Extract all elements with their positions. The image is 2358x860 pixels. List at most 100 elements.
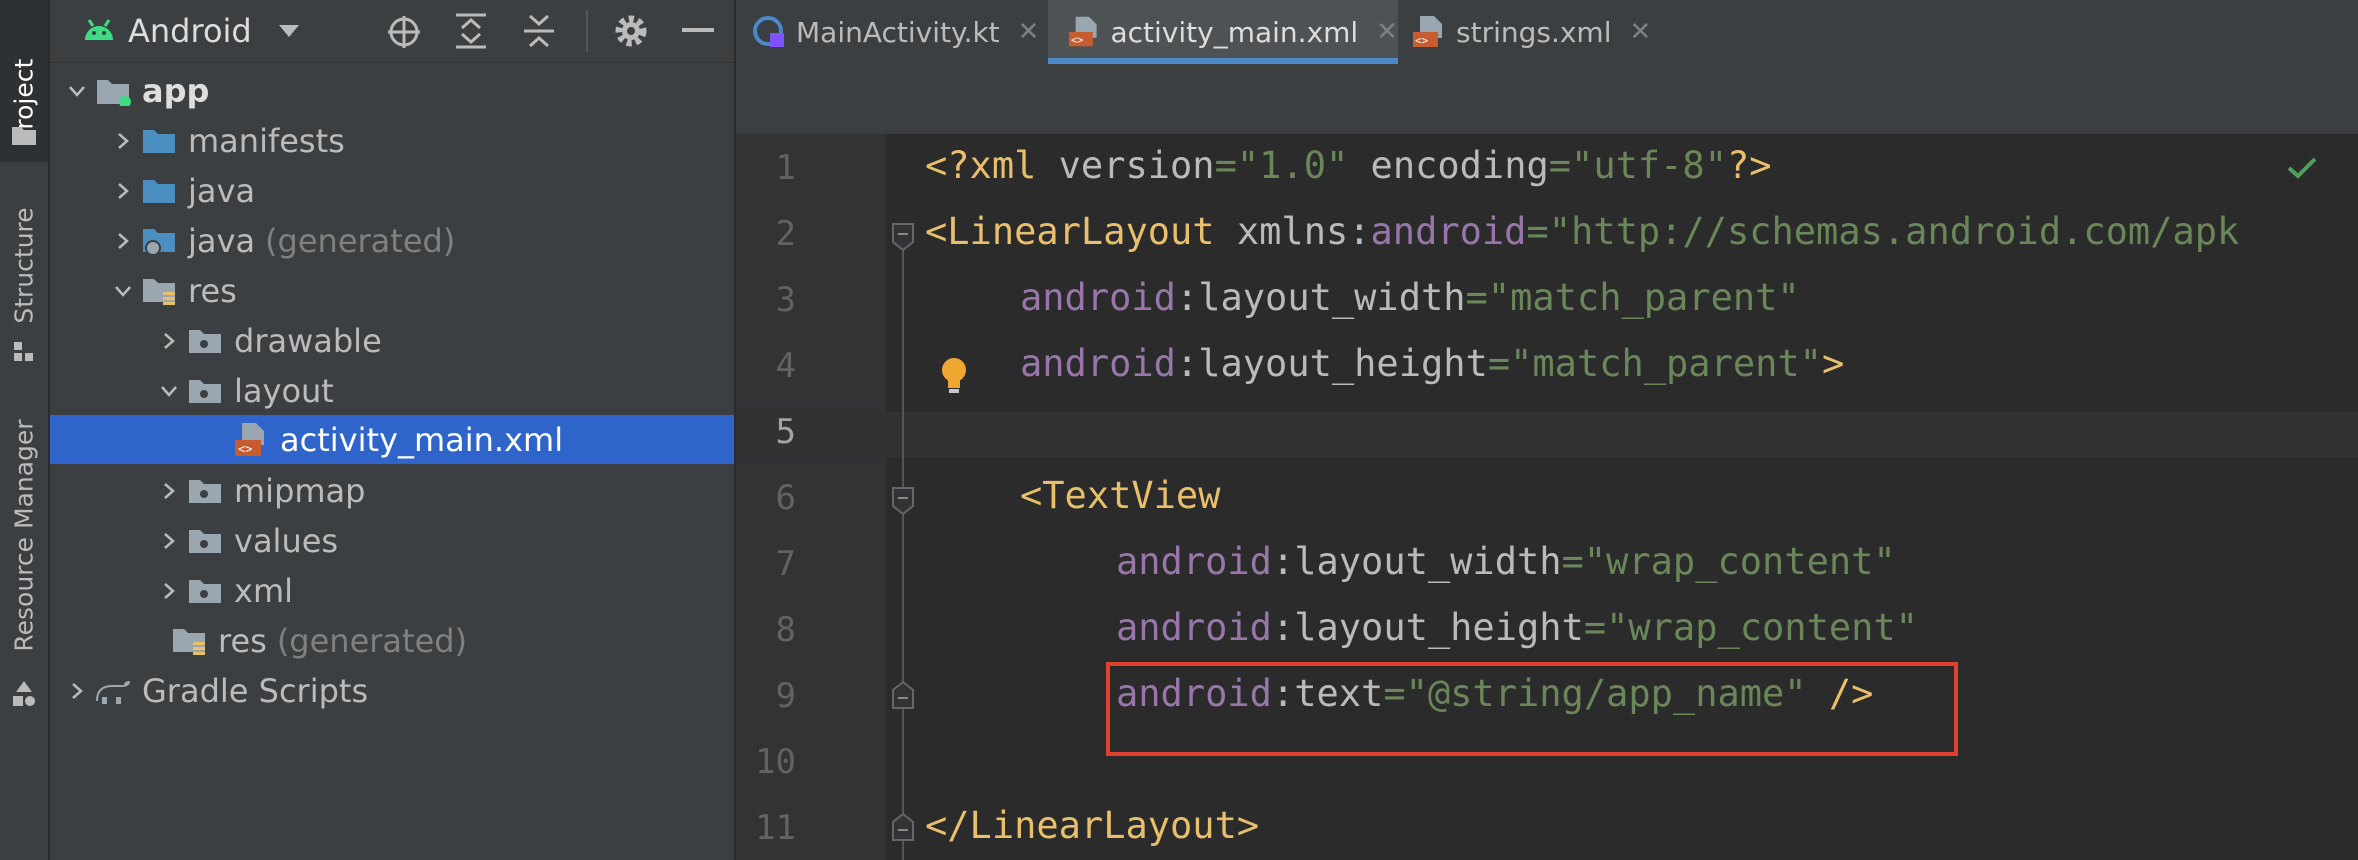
tab-label: MainActivity.kt	[796, 15, 1000, 49]
code-line-4: android:layout_height="match_parent">	[1020, 342, 1845, 385]
code-line-3: android:layout_width="match_parent"	[1020, 276, 1800, 319]
code-line-2: <LinearLayout xmlns:android="http://sche…	[925, 210, 2240, 253]
tree-item-suffix: (generated)	[265, 222, 456, 260]
tree-item-res-generated[interactable]: res (generated)	[50, 616, 822, 666]
chevron-down-icon[interactable]	[62, 85, 92, 97]
chevron-right-icon[interactable]	[154, 482, 184, 500]
structure-icon	[14, 342, 33, 361]
tab-activity-main-xml[interactable]: <> activity_main.xml ✕	[1048, 0, 1398, 64]
tree-item-app[interactable]: app	[50, 66, 746, 116]
line-number: 3	[775, 280, 796, 320]
tab-mainactivity-kt[interactable]: MainActivity.kt ✕	[752, 0, 1039, 64]
chevron-right-icon[interactable]	[154, 582, 184, 600]
current-line-highlight	[736, 412, 2358, 458]
tree-item-manifests[interactable]: manifests	[50, 116, 792, 166]
module-folder-icon	[92, 76, 134, 106]
tree-item-label: xml	[234, 572, 293, 610]
svg-text:<>: <>	[1071, 34, 1084, 46]
code-line-11: </LinearLayout>	[925, 804, 1260, 847]
tree-item-mipmap[interactable]: mipmap	[50, 466, 838, 516]
resource-manager-icon	[13, 681, 35, 706]
line-number: 8	[775, 610, 796, 650]
source-folder-icon	[138, 177, 180, 205]
chevron-right-icon[interactable]	[108, 182, 138, 200]
chevron-down-icon[interactable]	[278, 24, 300, 38]
tab-strings-xml[interactable]: <> strings.xml ✕	[1412, 0, 1651, 64]
close-icon[interactable]: ✕	[1376, 17, 1398, 47]
tree-item-label: drawable	[234, 322, 382, 360]
folder-icon	[184, 477, 226, 505]
indent-guide	[902, 230, 904, 860]
tree-item-label: mipmap	[234, 472, 366, 510]
tool-tab-project[interactable]: Project	[0, 0, 48, 162]
folder-icon	[184, 577, 226, 605]
line-number: 6	[775, 478, 796, 518]
tool-tab-structure[interactable]: Structure	[0, 190, 48, 370]
resource-folder-icon	[138, 276, 180, 306]
xml-file-icon: <>	[1413, 16, 1442, 47]
fold-marker-icon[interactable]	[891, 222, 915, 252]
tree-item-res[interactable]: res	[50, 266, 792, 316]
tree-item-label: res	[218, 622, 267, 660]
tool-tab-resource-manager-label: Resource Manager	[9, 418, 39, 652]
folder-icon	[184, 527, 226, 555]
svg-text:<>: <>	[1415, 34, 1429, 47]
tree-item-java[interactable]: java	[50, 166, 792, 216]
line-number: 1	[775, 148, 796, 188]
tool-tab-resource-manager[interactable]: Resource Manager	[0, 410, 48, 720]
project-toolbar: Android	[50, 0, 734, 63]
tree-item-label: res	[188, 272, 237, 310]
tree-item-label: java	[188, 222, 256, 260]
chevron-down-icon[interactable]	[154, 385, 184, 397]
line-number: 10	[755, 742, 796, 782]
project-tool-window: Android app manifests java java (generat…	[50, 0, 734, 860]
locate-icon[interactable]	[386, 14, 422, 50]
tree-item-gradle-scripts[interactable]: Gradle Scripts	[50, 666, 746, 716]
tab-label: strings.xml	[1456, 15, 1612, 49]
chevron-right-icon[interactable]	[62, 682, 92, 700]
line-number: 2	[775, 214, 796, 254]
code-line-8: android:layout_height="wrap_content"	[1116, 606, 1918, 649]
fold-marker-icon[interactable]	[891, 486, 915, 516]
project-view-selector[interactable]: Android	[128, 12, 252, 50]
tree-item-label: values	[234, 522, 339, 560]
line-number: 9	[775, 676, 796, 716]
tree-item-label: activity_main.xml	[280, 421, 564, 459]
tool-tab-structure-label: Structure	[9, 206, 39, 324]
gear-icon[interactable]	[612, 12, 650, 50]
xml-file-icon: <>	[1068, 16, 1097, 46]
folder-icon	[12, 127, 36, 145]
svg-text:<>: <>	[238, 442, 252, 456]
lightbulb-icon[interactable]	[940, 356, 968, 396]
code-line-6: <TextView	[1020, 474, 1221, 517]
expand-all-icon[interactable]	[454, 12, 488, 50]
android-icon	[85, 19, 113, 40]
toolbar-divider	[586, 10, 588, 52]
close-icon[interactable]: ✕	[1630, 17, 1652, 47]
tree-item-label: java	[188, 172, 256, 210]
checkmark-icon[interactable]	[2286, 156, 2318, 180]
collapse-all-icon[interactable]	[522, 12, 556, 50]
tree-item-label: Gradle Scripts	[142, 672, 369, 710]
tree-item-label: manifests	[188, 122, 345, 160]
tree-item-layout[interactable]: layout	[50, 366, 838, 416]
generated-source-folder-icon	[138, 226, 180, 256]
tree-item-label: app	[142, 72, 210, 110]
fold-marker-icon[interactable]	[891, 812, 915, 842]
fold-marker-icon[interactable]	[891, 680, 915, 710]
tree-item-values[interactable]: values	[50, 516, 838, 566]
tool-window-strip: Project Structure Resource Manager	[0, 0, 50, 860]
code-line-1: <?xml version="1.0" encoding="utf-8"?>	[925, 144, 1772, 187]
editor-tab-bar: MainActivity.kt ✕ <> activity_main.xml ✕…	[736, 0, 2358, 65]
close-icon[interactable]: ✕	[1018, 17, 1040, 47]
tree-item-xml[interactable]: xml	[50, 566, 838, 616]
minimize-icon[interactable]	[682, 28, 714, 34]
chevron-right-icon[interactable]	[154, 532, 184, 550]
tree-item-drawable[interactable]: drawable	[50, 316, 838, 366]
chevron-down-icon[interactable]	[108, 285, 138, 297]
editor-header-strip	[736, 64, 2358, 134]
chevron-right-icon[interactable]	[108, 232, 138, 250]
chevron-right-icon[interactable]	[108, 132, 138, 150]
chevron-right-icon[interactable]	[154, 332, 184, 350]
tree-item-java-generated[interactable]: java (generated)	[50, 216, 792, 266]
